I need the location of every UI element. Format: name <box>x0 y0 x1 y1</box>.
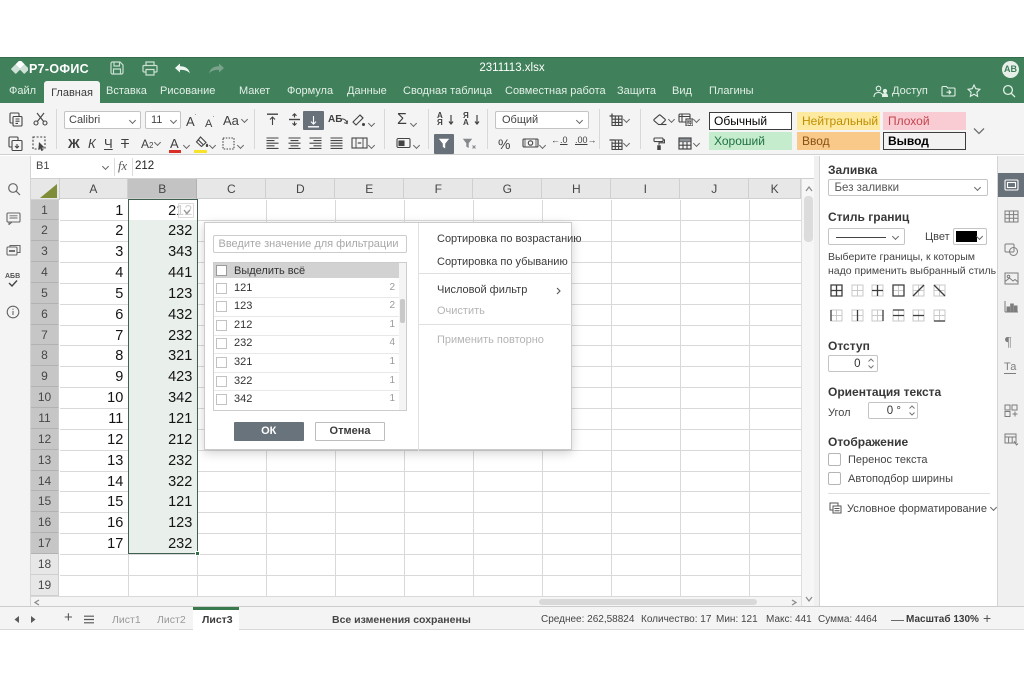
svg-text:S: S <box>687 121 691 126</box>
